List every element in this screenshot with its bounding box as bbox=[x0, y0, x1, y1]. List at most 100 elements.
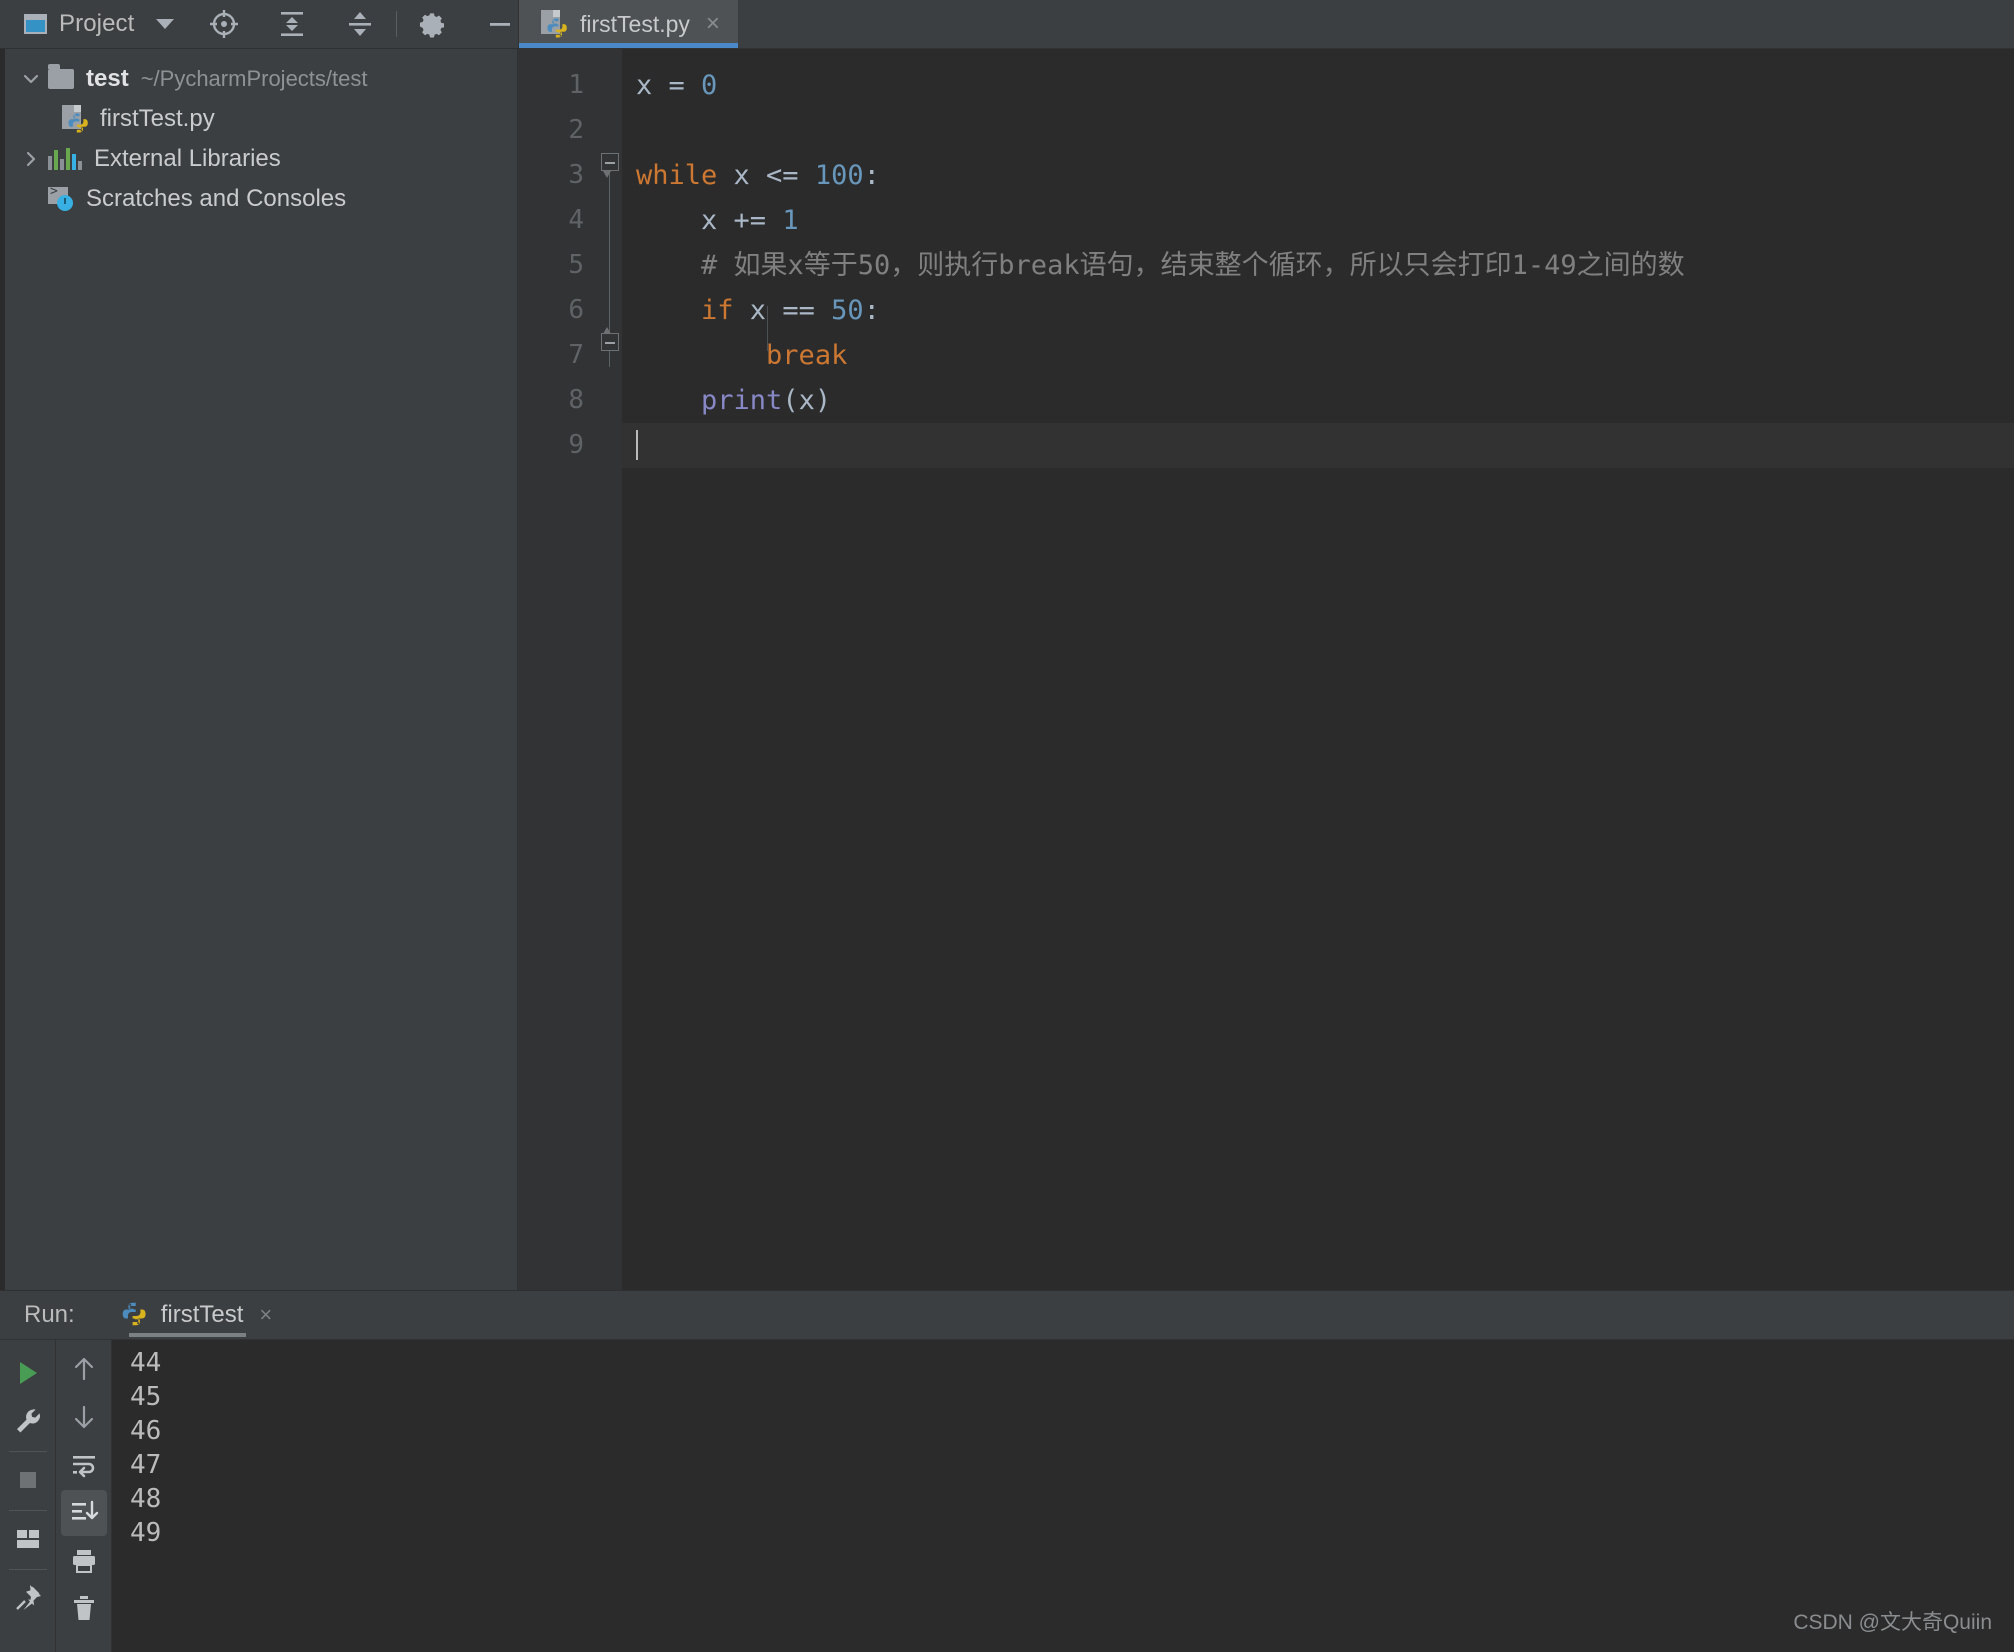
run-panel-header: Run: firstTest × bbox=[0, 1291, 2014, 1340]
sidebar-item-label: test bbox=[86, 65, 129, 92]
pycharm-window: Project firstTest.py × test ~/PycharmPro… bbox=[0, 0, 2014, 1652]
run-panel-body: 44 45 46 47 48 49 CSDN @文大奇Quiin bbox=[0, 1340, 2014, 1652]
line-number: 1 bbox=[568, 70, 584, 100]
watermark: CSDN @文大奇Quiin bbox=[1793, 1611, 1992, 1634]
fold-region-while-icon[interactable] bbox=[601, 153, 619, 171]
run-tool-window: Run: firstTest × 44 45 46 47 48 49 CSDN … bbox=[0, 1290, 2014, 1652]
line-number: 4 bbox=[568, 205, 584, 235]
console-line: 47 bbox=[130, 1450, 162, 1480]
sidebar-item-scratches-and-consoles[interactable]: Scratches and Consoles bbox=[0, 179, 517, 219]
soft-wrap-button[interactable] bbox=[61, 1442, 107, 1488]
line-number: 6 bbox=[568, 295, 584, 325]
run-toolbar-right bbox=[56, 1340, 112, 1652]
project-tree-empty-area bbox=[0, 219, 517, 1290]
code-token: break bbox=[766, 340, 848, 371]
code-line-1: x = 0 bbox=[622, 63, 2014, 108]
run-tab-label: firstTest bbox=[160, 1301, 244, 1328]
code-line-7: break bbox=[622, 333, 2014, 378]
trash-icon[interactable] bbox=[61, 1586, 107, 1632]
code-comment: # 如果x等于50，则执行break语句，结束整个循环，所以只会打印1-49之间… bbox=[636, 250, 1685, 281]
code-line-5: # 如果x等于50，则执行break语句，结束整个循环，所以只会打印1-49之间… bbox=[622, 243, 2014, 288]
code-folding-gutter[interactable] bbox=[598, 49, 622, 1290]
console-output[interactable]: 44 45 46 47 48 49 CSDN @文大奇Quiin bbox=[112, 1340, 2014, 1652]
python-file-icon bbox=[541, 10, 567, 38]
code-line-3: while x <= 100: bbox=[622, 153, 2014, 198]
fold-region-end-icon[interactable] bbox=[601, 333, 619, 351]
minimize-icon[interactable] bbox=[482, 4, 518, 44]
close-icon[interactable]: × bbox=[259, 1302, 272, 1328]
code-line-4: x += 1 bbox=[622, 198, 2014, 243]
sidebar-item-test[interactable]: test ~/PycharmProjects/test bbox=[0, 59, 517, 99]
line-number: 8 bbox=[568, 385, 584, 415]
sidebar-item-label: External Libraries bbox=[94, 145, 281, 172]
code-token: (x) bbox=[782, 385, 832, 416]
console-line: 49 bbox=[130, 1518, 162, 1548]
project-view-button[interactable]: Project bbox=[24, 10, 134, 38]
line-number: 2 bbox=[568, 115, 584, 145]
main-area: test ~/PycharmProjects/test firstTest.py bbox=[0, 48, 2014, 1290]
project-tree: test ~/PycharmProjects/test firstTest.py bbox=[0, 49, 517, 219]
code-editor[interactable]: 1 2 3 4 5 6 7 8 9 x = 0 while x <= 100: … bbox=[518, 48, 2014, 1290]
code-token: while bbox=[636, 160, 718, 191]
up-the-stack-trace-button[interactable] bbox=[61, 1346, 107, 1392]
run-tab-firsttest[interactable]: firstTest × bbox=[113, 1291, 281, 1339]
code-token: 100 bbox=[814, 160, 864, 191]
scratches-icon bbox=[48, 184, 74, 211]
python-file-icon bbox=[62, 105, 88, 133]
sidebar-item-firsttest-py[interactable]: firstTest.py bbox=[0, 99, 517, 139]
python-file-icon bbox=[121, 1301, 147, 1329]
editor-tabstrip: firstTest.py × bbox=[518, 0, 2014, 48]
stop-button[interactable] bbox=[5, 1457, 51, 1503]
line-number: 3 bbox=[568, 160, 584, 190]
line-number: 7 bbox=[568, 340, 584, 370]
editor-tab-firsttest[interactable]: firstTest.py × bbox=[519, 0, 738, 48]
chevron-down-icon[interactable] bbox=[156, 19, 175, 29]
toolbar-divider bbox=[8, 1451, 47, 1452]
console-line: 45 bbox=[130, 1382, 162, 1412]
code-line-8: print(x) bbox=[622, 378, 2014, 423]
pin-tab-button[interactable] bbox=[5, 1575, 51, 1621]
layout-button[interactable] bbox=[5, 1516, 51, 1562]
text-caret bbox=[636, 430, 638, 460]
toolbar-divider bbox=[8, 1510, 47, 1511]
code-token: x <= bbox=[717, 160, 815, 191]
code-line-9 bbox=[622, 423, 2014, 468]
scroll-to-end-button[interactable] bbox=[60, 1490, 107, 1536]
code-text[interactable]: x = 0 while x <= 100: x += 1 # 如果x等于50，则… bbox=[622, 49, 2014, 1290]
sidebar-item-path: ~/PycharmProjects/test bbox=[140, 66, 368, 91]
expand-all-icon[interactable] bbox=[274, 4, 310, 44]
code-token: : bbox=[863, 295, 880, 326]
collapse-all-icon[interactable] bbox=[342, 4, 378, 44]
run-toolbar-left bbox=[0, 1340, 56, 1652]
locate-target-icon[interactable] bbox=[206, 4, 242, 44]
library-icon bbox=[48, 148, 82, 170]
line-number: 9 bbox=[568, 430, 584, 460]
tabstrip-empty-area bbox=[737, 0, 2014, 48]
editor-tab-label: firstTest.py bbox=[580, 10, 690, 37]
line-number: 5 bbox=[568, 250, 584, 280]
chevron-down-icon[interactable] bbox=[14, 68, 48, 90]
chevron-right-icon[interactable] bbox=[14, 148, 48, 170]
top-row: Project firstTest.py × bbox=[0, 0, 2014, 48]
sidebar-item-label: Scratches and Consoles bbox=[86, 185, 347, 212]
code-token: x == bbox=[733, 295, 832, 326]
code-token: 1 bbox=[782, 205, 799, 236]
edit-configurations-button[interactable] bbox=[5, 1398, 51, 1444]
project-tool-window: test ~/PycharmProjects/test firstTest.py bbox=[0, 48, 518, 1290]
code-token: 0 bbox=[701, 70, 718, 101]
left-edge-strip bbox=[0, 49, 5, 1290]
down-the-stack-trace-button[interactable] bbox=[61, 1394, 107, 1440]
rerun-button[interactable] bbox=[5, 1350, 51, 1396]
gear-icon[interactable] bbox=[415, 4, 451, 44]
console-line: 46 bbox=[130, 1416, 162, 1446]
toolbar-divider bbox=[8, 1569, 47, 1570]
close-icon[interactable]: × bbox=[706, 12, 720, 36]
sidebar-item-external-libraries[interactable]: External Libraries bbox=[0, 139, 517, 179]
indent-guide bbox=[767, 306, 768, 351]
printer-icon[interactable] bbox=[61, 1538, 107, 1584]
toolbar-divider bbox=[395, 11, 397, 37]
